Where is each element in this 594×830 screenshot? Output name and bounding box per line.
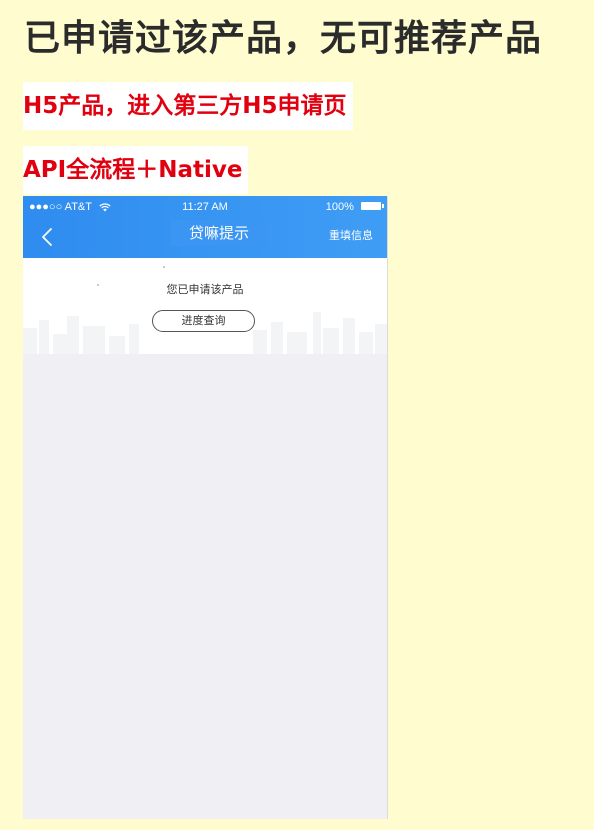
page-title: 已申请过该产品，无可推荐产品 xyxy=(24,18,543,59)
status-bar: ●●●○○ AT&T 11:27 AM 100% xyxy=(23,196,387,218)
back-icon xyxy=(42,228,52,246)
navigation-bar: ●●●○○ AT&T 11:27 AM 100% 贷嘛提示 重填信息 xyxy=(23,196,387,258)
back-button[interactable] xyxy=(35,224,61,250)
refill-info-button[interactable]: 重填信息 xyxy=(329,226,373,246)
applied-status-card: 您已申请该产品 进度查询 xyxy=(23,258,387,354)
battery-icon xyxy=(361,202,384,211)
progress-query-button[interactable]: 进度查询 xyxy=(152,310,255,332)
nav-title: 贷嘛提示 xyxy=(171,220,267,246)
status-battery: 100% xyxy=(325,196,384,218)
decoration-dot xyxy=(163,266,165,268)
h5-product-note: H5产品，进入第三方H5申请页 xyxy=(23,82,353,130)
phone-screenshot: ●●●○○ AT&T 11:27 AM 100% 贷嘛提示 重填信息 您已申请该… xyxy=(23,196,387,819)
applied-message: 您已申请该产品 xyxy=(166,283,244,296)
api-flow-note: API全流程＋Native xyxy=(23,146,249,194)
battery-percent: 100% xyxy=(325,201,354,213)
